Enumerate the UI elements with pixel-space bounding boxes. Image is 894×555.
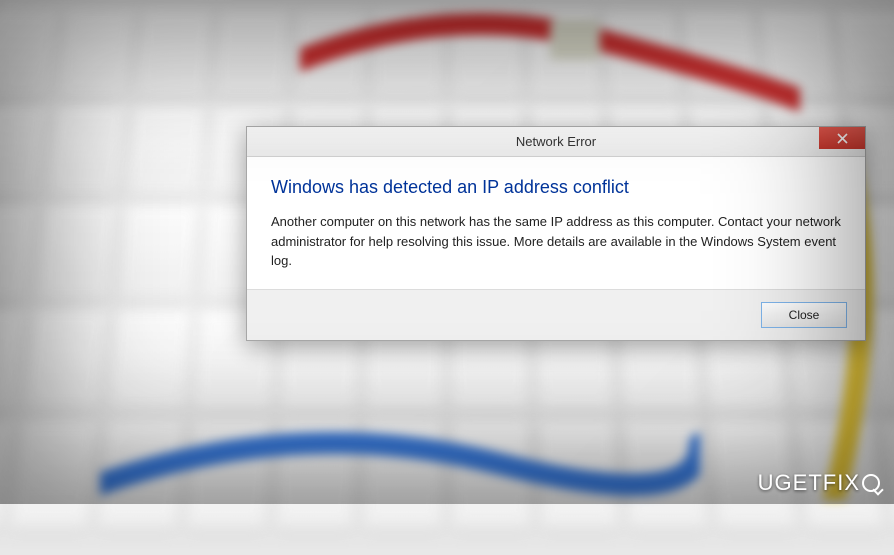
dialog-message: Another computer on this network has the… <box>271 212 841 271</box>
dialog-heading: Windows has detected an IP address confl… <box>271 177 841 198</box>
dialog-title: Network Error <box>516 134 596 149</box>
close-button[interactable]: Close <box>761 302 847 328</box>
watermark: UGETFIX <box>758 470 880 496</box>
magnifier-icon <box>862 474 880 492</box>
watermark-text: UGETFIX <box>758 470 860 495</box>
dialog-titlebar[interactable]: Network Error <box>247 127 865 157</box>
dialog-footer: Close <box>247 289 865 340</box>
cable-blue <box>100 384 700 534</box>
titlebar-close-button[interactable] <box>819 127 865 149</box>
error-dialog: Network Error Windows has detected an IP… <box>246 126 866 341</box>
dialog-body: Windows has detected an IP address confl… <box>247 157 865 289</box>
close-icon <box>837 133 848 144</box>
